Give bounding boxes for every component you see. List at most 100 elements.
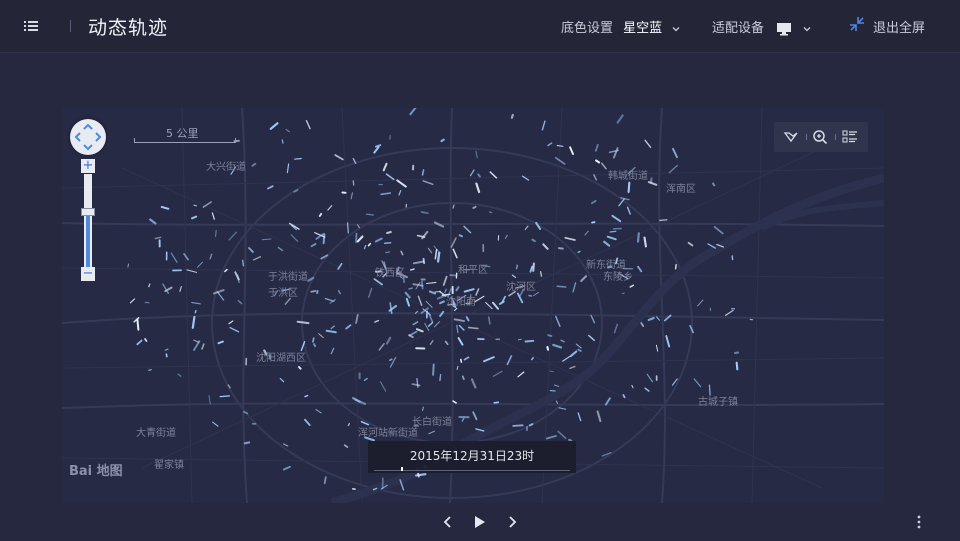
trajectory-streak <box>453 307 458 312</box>
trajectory-streak <box>644 387 650 392</box>
measure-icon[interactable] <box>783 129 799 145</box>
list-menu-icon[interactable] <box>22 17 40 35</box>
trajectory-streak <box>452 204 455 209</box>
trajectory-streak <box>298 366 302 370</box>
trajectory-streak <box>631 384 634 389</box>
trajectory-streak <box>405 297 411 307</box>
trajectory-streak <box>421 169 425 176</box>
trajectory-streak <box>512 424 524 427</box>
map-view[interactable]: 5 公里 大兴街道 韩城街道 浑南区 于洪街道 于洪区 铁西区 和平区 沈阳南 … <box>62 108 884 503</box>
trajectory-streak <box>517 371 525 378</box>
trajectory-streak <box>432 363 435 376</box>
legend-list-icon[interactable] <box>842 129 858 145</box>
trajectory-streak <box>426 281 437 285</box>
trajectory-streak <box>345 324 352 330</box>
district-label: 翟家镇 <box>154 460 184 471</box>
trajectory-streak <box>603 240 611 247</box>
trajectory-streak <box>577 250 581 254</box>
trajectory-streak <box>154 236 162 240</box>
trajectory-streak <box>665 335 671 348</box>
trajectory-streak <box>408 287 413 290</box>
trajectory-streak <box>290 234 299 242</box>
chevron-left-icon[interactable] <box>439 513 457 531</box>
tool-divider <box>806 134 807 140</box>
trajectory-streak <box>248 247 254 253</box>
zoom-slider-handle[interactable] <box>81 208 95 216</box>
play-icon[interactable] <box>470 513 488 531</box>
trajectory-streak <box>283 443 289 447</box>
zoom-in-button[interactable]: + <box>81 159 95 173</box>
trajectory-streak <box>170 252 178 263</box>
trajectory-streak <box>243 441 251 445</box>
trajectory-streak <box>347 222 349 234</box>
trajectory-streak <box>580 275 588 282</box>
baidu-map-logo: Bai 地图 <box>69 463 123 479</box>
district-label: 长白街道 <box>412 417 452 428</box>
trajectory-streak <box>363 377 368 381</box>
trajectory-streak <box>528 423 534 427</box>
trajectory-streak <box>697 299 704 307</box>
trajectory-streak <box>492 301 500 310</box>
trajectory-streak <box>604 397 611 406</box>
trajectory-streak <box>229 326 240 333</box>
more-vertical-icon[interactable] <box>910 513 928 531</box>
trajectory-streak <box>177 373 182 377</box>
trajectory-streak <box>436 294 447 300</box>
trajectory-streak <box>489 171 498 179</box>
district-label: 沈阳南 <box>446 297 476 308</box>
trajectory-streak <box>373 146 380 154</box>
trajectory-streak <box>724 309 734 316</box>
device-dropdown[interactable]: 适配设备 <box>712 17 812 36</box>
trajectory-streak <box>228 231 238 241</box>
scale-bar <box>134 138 236 143</box>
trajectory-streak <box>368 287 373 298</box>
trajectory-streak <box>557 247 564 250</box>
zoom-slider-fill <box>86 216 90 272</box>
trajectory-streak <box>323 476 327 485</box>
trajectory-streak <box>506 355 513 366</box>
trajectory-streak <box>296 320 310 325</box>
trajectory-streak <box>164 348 169 351</box>
trajectory-streak <box>595 159 601 164</box>
trajectory-streak <box>310 243 317 248</box>
trajectory-streak <box>398 189 402 196</box>
time-progress-track <box>374 470 570 471</box>
trajectory-streak <box>456 324 459 334</box>
trajectory-streak <box>459 358 463 363</box>
trajectory-streak <box>564 236 576 241</box>
trajectory-streak <box>475 150 478 159</box>
trajectory-streak <box>148 283 151 288</box>
trajectory-streak <box>463 225 472 234</box>
trajectory-streak <box>601 162 607 170</box>
trajectory-streak <box>547 142 553 147</box>
trajectory-streak <box>242 259 245 267</box>
trajectory-streak <box>713 226 724 235</box>
chevron-right-icon[interactable] <box>503 513 521 531</box>
zoom-search-icon[interactable] <box>812 129 828 145</box>
trajectory-streak <box>330 347 335 355</box>
trajectory-streak <box>148 369 152 371</box>
trajectory-streak <box>622 394 626 399</box>
trajectory-streak <box>304 394 309 398</box>
trajectory-streak <box>492 370 503 377</box>
trajectory-streak <box>504 234 508 239</box>
trajectory-streak <box>569 350 578 358</box>
trajectory-streak <box>712 182 716 187</box>
trajectory-streak <box>609 230 617 233</box>
trajectory-streak <box>487 316 491 325</box>
trajectory-streak <box>546 345 550 351</box>
trajectory-streak <box>149 218 157 225</box>
trajectory-streak <box>655 344 659 352</box>
district-label: 于洪街道 <box>268 272 308 283</box>
bg-setting-dropdown[interactable]: 底色设置 星空蓝 <box>561 17 681 36</box>
map-pan-control[interactable] <box>70 119 106 155</box>
trajectory-streak <box>193 339 200 343</box>
trajectory-streak <box>416 328 424 333</box>
trajectory-streak <box>590 314 596 324</box>
trajectory-streak <box>282 465 291 471</box>
trajectory-streak <box>555 315 561 327</box>
trajectory-streak <box>434 249 438 260</box>
zoom-out-button[interactable]: − <box>81 267 95 281</box>
trajectory-streak <box>374 319 380 323</box>
trajectory-streak <box>456 365 459 370</box>
